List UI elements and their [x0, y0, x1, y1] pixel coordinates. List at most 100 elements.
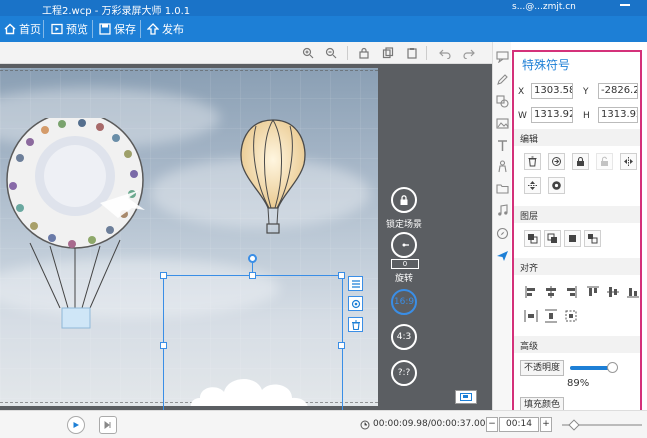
replace-object-button[interactable] [548, 153, 565, 170]
bring-to-front-icon [528, 234, 538, 244]
unlock-object-button[interactable] [596, 153, 613, 170]
zoom-decrease-button[interactable]: − [486, 417, 498, 432]
resize-handle[interactable] [160, 272, 167, 279]
align-middle-vertical-icon[interactable] [606, 285, 620, 299]
plane-icon[interactable] [496, 249, 509, 262]
ratio-custom-button[interactable]: ?:? [391, 360, 417, 386]
timeline-zoom-knob[interactable] [568, 419, 580, 431]
copy-icon[interactable] [382, 47, 394, 59]
rotate-handle[interactable] [248, 254, 257, 263]
rotate-label: 旋转 [394, 274, 413, 284]
section-align-header: 对齐 [514, 258, 640, 275]
undo-icon[interactable] [439, 47, 451, 59]
align-right-icon[interactable] [564, 285, 578, 299]
minimap-button[interactable] [455, 390, 477, 404]
bring-to-front-button[interactable] [524, 230, 541, 247]
color-settings-button[interactable] [548, 177, 565, 194]
lock-icon[interactable] [358, 47, 370, 59]
hot-air-balloon-image[interactable] [236, 118, 311, 238]
character-icon[interactable] [496, 160, 509, 173]
section-layer-header: 图层 [514, 206, 640, 223]
object-effect-button[interactable] [348, 296, 363, 311]
account-label[interactable]: s...@...zmjt.cn [512, 2, 576, 12]
opacity-button[interactable]: 不透明度 [520, 360, 565, 376]
paste-icon[interactable] [406, 47, 418, 59]
object-delete-button[interactable] [348, 317, 363, 332]
distribute-vertical-icon[interactable] [544, 309, 558, 323]
comment-icon[interactable] [496, 50, 509, 63]
opacity-slider-knob[interactable] [606, 362, 618, 373]
align-top-icon[interactable] [586, 285, 600, 299]
toolbar-divider [140, 20, 141, 38]
compass-icon[interactable] [496, 227, 509, 240]
align-left-icon[interactable] [524, 285, 538, 299]
decorated-balloon-image[interactable] [0, 118, 160, 348]
ratio-4-3-button[interactable]: 4:3 [391, 324, 417, 350]
match-size-icon[interactable] [564, 309, 578, 323]
rotation-input[interactable]: 0 [391, 259, 419, 269]
zoom-in-icon[interactable] [302, 47, 314, 59]
publish-icon [147, 23, 159, 35]
resize-handle[interactable] [338, 272, 345, 279]
resize-handle[interactable] [160, 342, 167, 349]
publish-button[interactable]: 发布 [143, 16, 188, 42]
distribute-horizontal-icon[interactable] [524, 309, 538, 323]
bring-forward-icon [569, 235, 576, 242]
lock-scene-button[interactable] [391, 187, 417, 213]
bring-forward-button[interactable] [564, 230, 581, 247]
flip-vertical-button[interactable] [524, 177, 541, 194]
ratio-16-9-button[interactable]: 16:9 [391, 289, 417, 315]
selection-box[interactable] [160, 254, 345, 415]
delete-object-button[interactable] [524, 153, 541, 170]
pencil-icon[interactable] [496, 73, 509, 86]
section-advanced-header: 高级 [514, 336, 640, 353]
zoom-increase-button[interactable]: + [540, 417, 552, 432]
title-bar: 工程2.wcp - 万彩录屏大师 1.0.1 s...@...zmjt.cn [0, 0, 647, 17]
zoom-out-icon[interactable] [325, 47, 337, 59]
align-center-horizontal-icon[interactable] [544, 285, 558, 299]
h-label: H [583, 111, 590, 121]
home-button[interactable]: 首页 [0, 16, 45, 42]
preview-button[interactable]: 预览 [47, 16, 92, 42]
scene-edge [0, 70, 378, 71]
send-to-back-button[interactable] [544, 230, 561, 247]
resize-handle[interactable] [338, 342, 345, 349]
replace-icon [552, 157, 561, 166]
redo-icon[interactable] [463, 47, 475, 59]
canvas-area[interactable]: 锁定场景 0 旋转 16:9 4:3 ?:? [0, 64, 492, 415]
image-icon[interactable] [496, 117, 509, 130]
y-label: Y [583, 87, 589, 97]
folder-icon[interactable] [496, 182, 509, 195]
play-button[interactable] [67, 416, 85, 434]
rotate-dial[interactable] [391, 232, 417, 258]
rotate-dial-icon [402, 243, 409, 247]
y-input[interactable]: -2826.2 [598, 83, 638, 99]
play-icon [73, 422, 79, 428]
trash-icon [528, 156, 537, 167]
align-bottom-icon[interactable] [626, 285, 640, 299]
opacity-slider-track[interactable] [570, 362, 618, 373]
w-label: W [518, 111, 527, 121]
minimize-icon[interactable] [620, 4, 630, 6]
resize-handle[interactable] [249, 272, 256, 279]
zoom-value-input[interactable]: 00:14 [499, 417, 539, 432]
music-icon[interactable] [496, 204, 509, 217]
preview-label: 预览 [66, 23, 88, 36]
shapes-icon[interactable] [496, 95, 509, 108]
preview-icon [51, 23, 63, 35]
next-frame-button[interactable] [99, 416, 117, 434]
text-icon[interactable] [496, 139, 509, 152]
lock-icon [400, 195, 408, 205]
ratio-4-3-label: 4:3 [396, 332, 412, 342]
height-input[interactable]: 1313.92 [598, 107, 638, 123]
x-input[interactable]: 1303.58 [531, 83, 573, 99]
save-button[interactable]: 保存 [95, 16, 140, 42]
width-input[interactable]: 1313.92 [531, 107, 573, 123]
lock-object-button[interactable] [572, 153, 589, 170]
flip-horizontal-button[interactable] [620, 153, 637, 170]
toolbar-divider [92, 20, 93, 38]
flip-horizontal-icon [624, 157, 633, 166]
send-backward-button[interactable] [584, 230, 601, 247]
object-settings-button[interactable] [348, 276, 363, 291]
timeline-zoom-slider[interactable] [562, 419, 642, 431]
